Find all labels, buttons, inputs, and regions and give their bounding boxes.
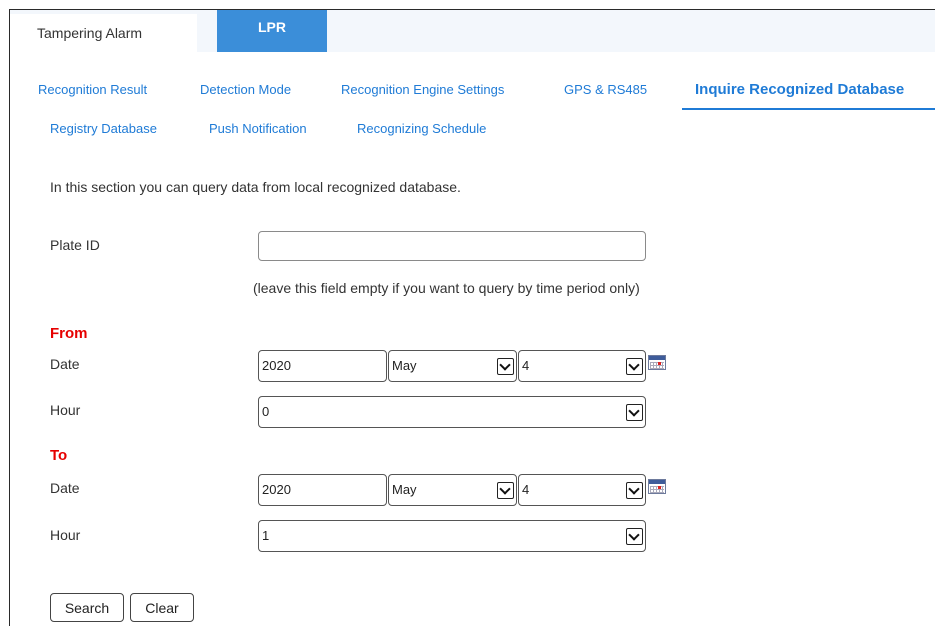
chevron-down-icon [497,482,514,499]
subnav-recognition-engine-settings[interactable]: Recognition Engine Settings [341,82,504,97]
subnav-inquire-recognized-database[interactable]: Inquire Recognized Database [695,81,904,98]
from-month-value: May [392,358,417,373]
subnav-push-notification[interactable]: Push Notification [209,121,307,136]
to-hour-label: Hour [50,527,81,543]
clear-button[interactable]: Clear [130,593,194,622]
chevron-down-icon [626,528,643,545]
from-day-value: 4 [522,358,530,373]
to-date-label: Date [50,480,80,496]
from-month-select[interactable]: May [388,350,517,382]
from-date-label: Date [50,356,80,372]
subnav-gps-rs485[interactable]: GPS & RS485 [564,82,647,97]
subnav-detection-mode[interactable]: Detection Mode [200,82,291,97]
active-subnav-underline [682,108,935,110]
from-hour-value: 0 [262,404,270,419]
subnav-recognition-result[interactable]: Recognition Result [38,82,147,97]
to-month-select[interactable]: May [388,474,517,506]
tab-tampering-alarm[interactable]: Tampering Alarm [10,14,197,52]
frame-left-border [9,9,10,626]
to-calendar-icon[interactable] [648,479,666,494]
from-calendar-icon[interactable] [648,355,666,370]
subnav-registry-database[interactable]: Registry Database [50,121,157,136]
from-hour-label: Hour [50,402,81,418]
chevron-down-icon [626,482,643,499]
intro-text: In this section you can query data from … [50,179,461,195]
to-hour-value: 1 [262,528,270,543]
chevron-down-icon [626,358,643,375]
plate-id-input[interactable] [258,231,646,261]
from-heading: From [50,325,88,342]
subnav-recognizing-schedule[interactable]: Recognizing Schedule [357,121,486,136]
from-day-select[interactable]: 4 [518,350,646,382]
to-day-select[interactable]: 4 [518,474,646,506]
to-month-value: May [392,482,417,497]
to-day-value: 4 [522,482,530,497]
plate-id-hint: (leave this field empty if you want to q… [253,280,640,296]
search-button[interactable]: Search [50,593,124,622]
chevron-down-icon [497,358,514,375]
to-heading: To [50,447,68,464]
tab-lpr[interactable]: LPR [217,10,327,52]
from-hour-select[interactable]: 0 [258,396,646,428]
to-year-field[interactable]: 2020 [258,474,387,506]
from-year-field[interactable]: 2020 [258,350,387,382]
to-hour-select[interactable]: 1 [258,520,646,552]
chevron-down-icon [626,404,643,421]
plate-id-label: Plate ID [50,237,100,253]
